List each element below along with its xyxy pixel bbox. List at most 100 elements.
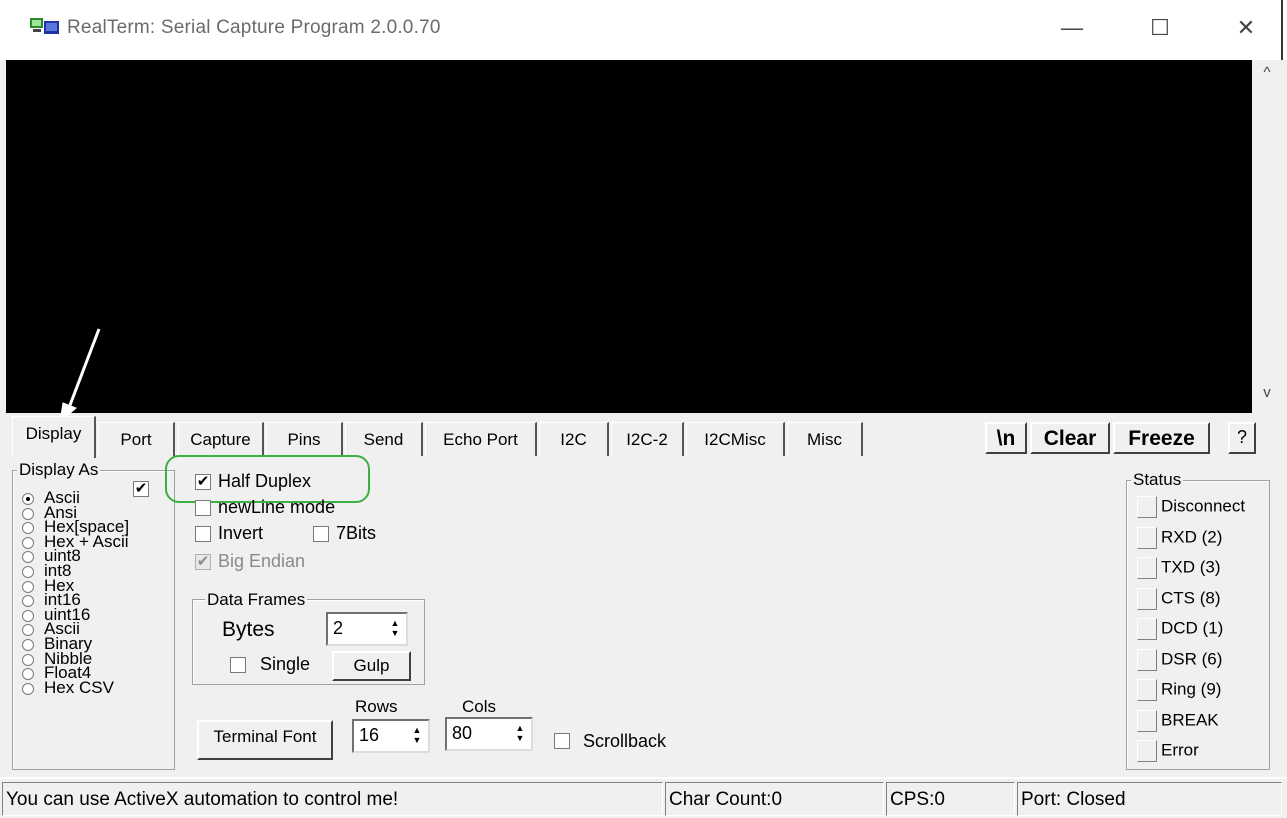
invert-label[interactable]: Invert (218, 523, 263, 544)
port-status: Port: Closed (1017, 782, 1282, 816)
rows-spinner[interactable]: 16 ▲ ▼ (352, 719, 430, 753)
spinner-arrows-icon[interactable]: ▲ ▼ (387, 618, 403, 640)
status-led-icon (1137, 710, 1157, 732)
seven-bits-label[interactable]: 7Bits (336, 523, 376, 544)
scrollback-checkbox[interactable] (554, 733, 570, 749)
status-led-icon (1137, 527, 1157, 549)
tab-port[interactable]: Port (98, 422, 175, 456)
radio-button-icon[interactable] (22, 639, 34, 651)
status-indicator-label: RXD (2) (1161, 527, 1223, 547)
display-as-option[interactable]: Hex CSV (22, 679, 114, 696)
tab-i2c[interactable]: I2C (539, 422, 609, 456)
bytes-label: Bytes (222, 618, 275, 641)
tab-send[interactable]: Send (345, 422, 423, 456)
scrollback-label[interactable]: Scrollback (583, 731, 666, 752)
tab-pins[interactable]: Pins (266, 422, 343, 456)
tab-i2c-2[interactable]: I2C-2 (611, 422, 684, 456)
status-indicator-label: TXD (3) (1161, 557, 1221, 577)
status-indicator-label: DCD (1) (1161, 618, 1224, 638)
status-indicator-label: CTS (8) (1161, 588, 1221, 608)
radio-button-icon[interactable] (22, 493, 34, 505)
char-count: Char Count:0 (665, 782, 884, 816)
status-indicator: BREAK (1137, 710, 1219, 734)
rows-label: Rows (355, 697, 398, 716)
tab-echo-port[interactable]: Echo Port (425, 422, 537, 456)
newline-mode-label[interactable]: newLine mode (218, 497, 335, 518)
status-led-icon (1137, 496, 1157, 518)
half-duplex-checkbox[interactable]: ✔ (195, 474, 211, 490)
status-indicator: TXD (3) (1137, 557, 1221, 581)
status-led-icon (1137, 679, 1157, 701)
cols-label: Cols (462, 697, 497, 716)
big-endian-checkbox: ✔ (195, 553, 211, 570)
status-message: You can use ActiveX automation to contro… (2, 782, 663, 816)
display-as-option-label[interactable]: Hex CSV (44, 679, 114, 696)
tab-i2cmisc[interactable]: I2CMisc (686, 422, 785, 456)
minimize-button[interactable]: — (1052, 10, 1092, 46)
clear-button[interactable]: Clear (1030, 422, 1110, 454)
display-as-checkbox[interactable]: ✔ (133, 481, 149, 497)
status-indicator-label: BREAK (1161, 710, 1219, 730)
rows-value[interactable]: 16 (359, 725, 379, 745)
status-indicator: DSR (6) (1137, 649, 1222, 673)
status-led-icon (1137, 618, 1157, 640)
tab-misc[interactable]: Misc (787, 422, 863, 456)
radio-button-icon[interactable] (22, 566, 34, 578)
bytes-spinner[interactable]: 2 ▲ ▼ (326, 612, 408, 646)
radio-button-icon[interactable] (22, 508, 34, 520)
status-led-icon (1137, 557, 1157, 579)
terminal-output[interactable] (6, 60, 1252, 413)
half-duplex-label[interactable]: Half Duplex (218, 471, 311, 492)
scroll-down-icon[interactable]: v (1252, 384, 1282, 410)
newline-mode-checkbox[interactable] (195, 500, 211, 516)
tab-display[interactable]: Display (12, 416, 96, 458)
status-led-icon (1137, 649, 1157, 671)
radio-button-icon[interactable] (22, 581, 34, 593)
cols-value[interactable]: 80 (452, 723, 472, 743)
radio-button-icon[interactable] (22, 522, 34, 534)
radio-button-icon[interactable] (22, 668, 34, 680)
big-endian-label: Big Endian (218, 551, 306, 571)
status-indicator-label: Ring (9) (1161, 679, 1222, 699)
invert-checkbox[interactable] (195, 526, 211, 542)
status-indicator: DCD (1) (1137, 618, 1223, 642)
help-button[interactable]: ? (1228, 422, 1256, 454)
status-indicator: RXD (2) (1137, 527, 1222, 551)
single-checkbox[interactable] (230, 657, 246, 673)
radio-button-icon[interactable] (22, 595, 34, 607)
radio-button-icon[interactable] (22, 610, 34, 622)
bytes-value[interactable]: 2 (333, 618, 343, 638)
newline-button[interactable]: \n (985, 422, 1027, 454)
spinner-arrows-icon[interactable]: ▲ ▼ (512, 723, 528, 745)
tab-capture[interactable]: Capture (178, 422, 264, 456)
status-indicator-label: Disconnect (1161, 496, 1246, 516)
seven-bits-checkbox[interactable] (313, 526, 329, 542)
window-title: RealTerm: Serial Capture Program 2.0.0.7… (67, 17, 441, 38)
status-title: Status (1131, 470, 1184, 490)
scroll-up-icon[interactable]: ^ (1252, 64, 1282, 90)
maximize-button[interactable]: ☐ (1140, 10, 1180, 46)
radio-button-icon[interactable] (22, 683, 34, 695)
single-label[interactable]: Single (260, 654, 310, 675)
freeze-button[interactable]: Freeze (1113, 422, 1210, 454)
terminal-font-button[interactable]: Terminal Font (197, 720, 333, 760)
realterm-app-icon (30, 15, 60, 37)
window-edge (1281, 0, 1287, 60)
status-led-icon (1137, 740, 1157, 762)
terminal-scrollbar[interactable] (1252, 60, 1282, 413)
data-frames-title: Data Frames (205, 590, 308, 610)
spinner-arrows-icon[interactable]: ▲ ▼ (409, 725, 425, 747)
radio-button-icon[interactable] (22, 624, 34, 636)
cps-value: CPS:0 (886, 782, 1015, 816)
status-indicator: CTS (8) (1137, 588, 1221, 612)
radio-button-icon[interactable] (22, 551, 34, 563)
status-indicator: Ring (9) (1137, 679, 1221, 703)
status-indicator: Disconnect (1137, 496, 1245, 520)
gulp-button[interactable]: Gulp (332, 651, 411, 681)
radio-button-icon[interactable] (22, 654, 34, 666)
arrow-annotation-icon (59, 328, 101, 424)
cols-spinner[interactable]: 80 ▲ ▼ (445, 717, 533, 751)
status-indicator-label: Error (1161, 740, 1199, 760)
close-button[interactable]: ✕ (1226, 10, 1266, 46)
radio-button-icon[interactable] (22, 537, 34, 549)
